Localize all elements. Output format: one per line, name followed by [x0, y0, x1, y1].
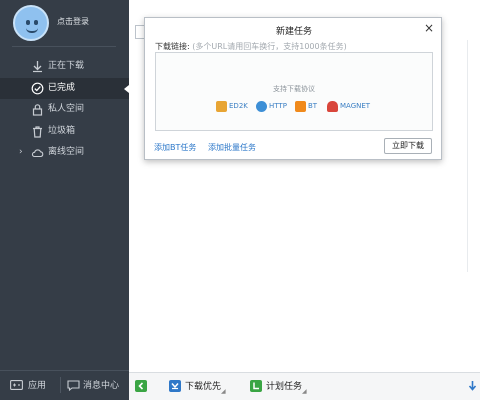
url-input[interactable]: 支持下载协议 ED2K HTTP BT MAGNET: [155, 52, 433, 131]
sidebar-item-label: 私人空间: [48, 104, 85, 114]
add-batch-task-link[interactable]: 添加批量任务: [208, 142, 256, 153]
sidebar-nav: 正在下载 已完成 私人空间 垃圾箱 › 离线空间: [0, 56, 129, 164]
url-label: 下载链接: (多个URL请用回车换行，支持1000条任务): [155, 41, 347, 52]
message-center-button[interactable]: 消息中心: [67, 378, 119, 394]
dialog-title: 新建任务: [275, 27, 312, 37]
close-icon[interactable]: ×: [424, 21, 434, 35]
protocol-label: MAGNET: [340, 102, 371, 110]
url-label-text: 下载链接:: [155, 42, 190, 51]
protocol-label: ED2K: [229, 102, 248, 110]
back-button[interactable]: [135, 380, 149, 394]
http-icon: [256, 101, 267, 112]
sidebar-item-offline-space[interactable]: › 离线空间: [0, 142, 129, 164]
supported-protocols-label: 支持下载协议: [273, 85, 315, 93]
sidebar-item-label: 已完成: [48, 82, 76, 93]
protocol-label: HTTP: [269, 102, 287, 110]
sidebar-item-label: 正在下载: [48, 61, 85, 71]
back-arrow-icon: [135, 380, 147, 392]
avatar-eye: [26, 20, 30, 25]
sidebar-item-trash[interactable]: 垃圾箱: [0, 121, 129, 143]
ed2k-icon: [216, 101, 227, 112]
protocol-ed2k: ED2K: [216, 100, 248, 114]
bt-icon: [295, 101, 306, 112]
magnet-icon: [327, 101, 338, 112]
avatar-mouth: [26, 28, 38, 33]
sidebar-item-label: 垃圾箱: [48, 125, 76, 136]
dropdown-caret-icon: ◢: [302, 388, 307, 395]
download-status-button[interactable]: [468, 380, 478, 394]
user-panel: 点击登录: [0, 0, 129, 50]
download-now-button[interactable]: 立即下载: [384, 138, 432, 154]
lock-icon: [32, 104, 43, 116]
sidebar-item-label: 离线空间: [48, 147, 85, 157]
divider: [12, 46, 116, 47]
new-task-dialog: 新建任务 × 下载链接: (多个URL请用回车换行，支持1000条任务) 支持下…: [144, 17, 442, 160]
add-bt-task-link[interactable]: 添加BT任务: [154, 142, 196, 153]
chevron-right-icon[interactable]: ›: [19, 142, 23, 164]
download-priority-icon: [169, 380, 181, 392]
login-link[interactable]: 点击登录: [57, 16, 89, 27]
avatar-eye: [34, 20, 38, 25]
cloud-icon: [31, 149, 44, 158]
protocol-list: ED2K HTTP BT MAGNET: [216, 100, 386, 114]
separator: [60, 377, 61, 393]
dropdown-caret-icon: ◢: [221, 388, 226, 395]
panel-divider: [467, 40, 468, 272]
url-hint: (多个URL请用回车换行，支持1000条任务): [192, 42, 347, 51]
download-priority-label: 下载优先: [185, 382, 222, 392]
protocol-bt: BT: [295, 100, 317, 114]
message-icon: [67, 380, 80, 391]
status-bar: 下载优先 ◢ 计划任务 ◢: [129, 372, 480, 400]
schedule-icon: [250, 380, 262, 392]
protocol-magnet: MAGNET: [327, 100, 370, 114]
schedule-task-button[interactable]: 计划任务 ◢: [250, 380, 307, 395]
sidebar-item-downloading[interactable]: 正在下载: [0, 56, 129, 78]
download-priority-button[interactable]: 下载优先 ◢: [169, 380, 226, 395]
download-status-icon: [468, 381, 477, 391]
sidebar: 点击登录 正在下载 已完成 私人空间 垃圾箱 › 离线空间 应用 消息中心: [0, 0, 129, 400]
avatar[interactable]: [13, 5, 49, 41]
sidebar-item-completed[interactable]: 已完成: [0, 77, 129, 99]
apps-button[interactable]: 应用: [10, 378, 46, 394]
schedule-task-label: 计划任务: [266, 382, 303, 392]
download-arrow-icon: [33, 61, 42, 73]
trash-icon: [33, 125, 42, 138]
sidebar-footer: 应用 消息中心: [0, 370, 129, 400]
sidebar-item-private-space[interactable]: 私人空间: [0, 99, 129, 121]
protocol-http: HTTP: [256, 100, 287, 114]
message-center-label: 消息中心: [83, 381, 120, 391]
check-circle-icon: [31, 82, 44, 94]
protocol-label: BT: [308, 102, 318, 110]
apps-icon: [10, 380, 23, 390]
apps-label: 应用: [28, 381, 47, 391]
